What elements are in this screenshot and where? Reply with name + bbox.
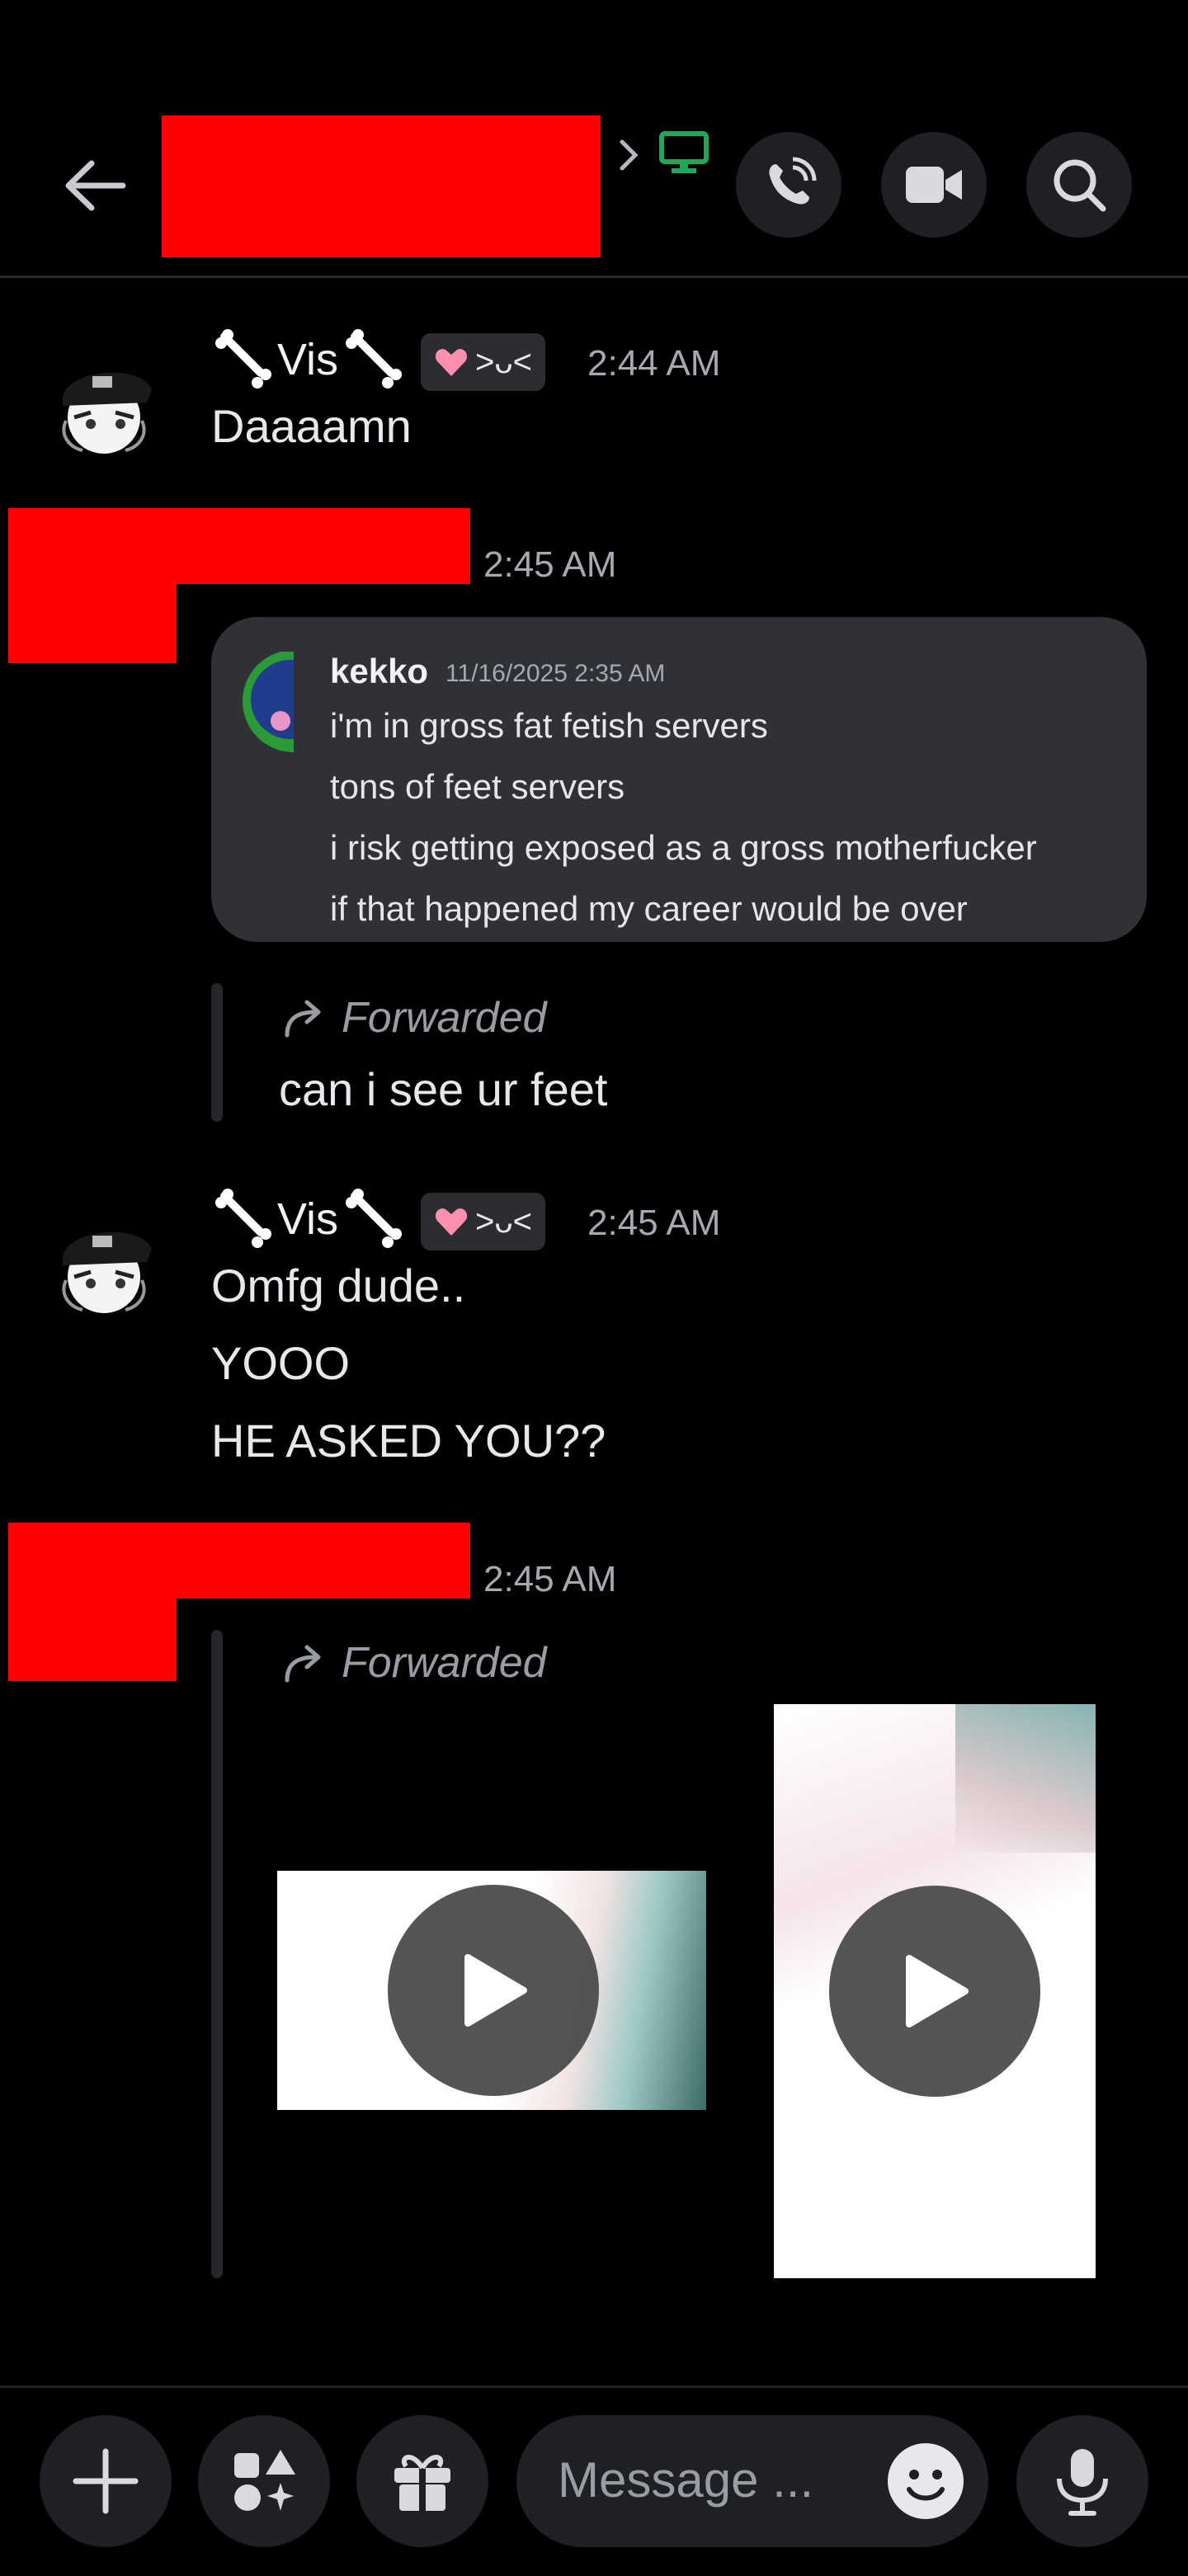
police-cap-avatar-icon <box>62 1231 152 1313</box>
message-text[interactable]: can i see ur feet <box>279 1051 607 1128</box>
forward-bar <box>211 1630 223 2278</box>
chat-header <box>0 0 1188 278</box>
video-call-button[interactable] <box>881 132 987 238</box>
chevron-right-icon[interactable] <box>617 137 640 173</box>
timestamp: 2:45 AM <box>587 1203 721 1243</box>
forwarded-text: Forwarded <box>342 1639 547 1687</box>
gift-button[interactable] <box>356 2415 488 2547</box>
bone-icon <box>215 1189 271 1248</box>
pixel-heart-icon <box>435 349 468 376</box>
voice-call-button[interactable] <box>736 132 842 238</box>
tag-text: >ᴗ< <box>475 343 532 380</box>
user-tag[interactable]: >ᴗ< <box>421 1193 545 1250</box>
redacted-avatar <box>8 508 177 663</box>
username[interactable]: Vis <box>211 328 404 391</box>
apps-icon <box>234 2450 295 2511</box>
message-placeholder: Message ... <box>558 2452 814 2508</box>
add-attachment-button[interactable] <box>40 2415 172 2547</box>
play-icon <box>464 1954 527 2027</box>
forwarded-label: Forwarded <box>282 993 547 1043</box>
back-button[interactable] <box>50 148 140 223</box>
voice-message-button[interactable] <box>1016 2415 1148 2547</box>
quote-line: if that happened my career would be over <box>330 889 968 928</box>
plus-icon <box>73 2448 139 2514</box>
bone-icon <box>346 1189 403 1248</box>
quote-date: 11/16/2025 2:35 AM <box>446 660 666 687</box>
arrow-left-icon <box>65 160 126 211</box>
search-icon <box>1054 159 1106 212</box>
username-text: Vis <box>277 1194 339 1244</box>
video-attachment[interactable] <box>277 1871 706 2110</box>
search-button[interactable] <box>1026 132 1132 238</box>
forward-arrow-icon <box>285 1645 321 1683</box>
bone-icon <box>215 329 271 389</box>
play-icon <box>906 1955 969 2027</box>
video-thumbnail-tint <box>955 1704 1096 1853</box>
quote-line: tons of feet servers <box>330 767 625 806</box>
user-tag[interactable]: >ᴗ< <box>421 333 545 391</box>
redacted-avatar <box>8 1523 177 1681</box>
quote-line: i'm in gross fat fetish servers <box>330 706 768 745</box>
message-text[interactable]: Omfg dude.. <box>211 1247 465 1325</box>
redacted-channel-name[interactable] <box>162 115 601 257</box>
forwarded-text: Forwarded <box>342 994 547 1042</box>
play-button[interactable] <box>829 1886 1040 2097</box>
timestamp: 2:45 AM <box>483 1559 617 1599</box>
forwarded-label: Forwarded <box>282 1638 547 1688</box>
emoji-icon <box>907 2470 945 2501</box>
forward-arrow-icon <box>285 1000 321 1038</box>
monitor-icon <box>659 131 709 173</box>
message-text[interactable]: Daaaamn <box>211 388 412 465</box>
username-text: Vis <box>277 335 339 384</box>
phone-icon <box>769 157 817 205</box>
quote-author: kekko <box>330 652 429 690</box>
video-attachment[interactable] <box>774 1704 1096 2278</box>
timestamp: 2:44 AM <box>587 343 721 384</box>
microphone-icon <box>1057 2449 1108 2516</box>
apps-button[interactable] <box>198 2415 330 2547</box>
emoji-button[interactable] <box>888 2443 964 2519</box>
police-cap-avatar-icon <box>62 372 152 454</box>
avatar[interactable] <box>41 1198 167 1323</box>
forward-bar <box>211 983 223 1122</box>
tag-text: >ᴗ< <box>475 1203 532 1240</box>
message-text[interactable]: YOOO <box>211 1325 350 1402</box>
pixel-heart-icon <box>435 1208 468 1236</box>
message-text[interactable]: HE ASKED YOU?? <box>211 1402 606 1480</box>
username[interactable]: Vis <box>211 1188 404 1250</box>
gift-icon <box>394 2455 450 2511</box>
quote-avatar-icon <box>243 652 294 752</box>
timestamp: 2:45 AM <box>483 544 617 585</box>
quote-line: i risk getting exposed as a gross mother… <box>330 828 1037 867</box>
bone-icon <box>346 329 403 389</box>
video-camera-icon <box>906 167 962 203</box>
play-button[interactable] <box>388 1885 599 2096</box>
avatar[interactable] <box>41 338 167 464</box>
